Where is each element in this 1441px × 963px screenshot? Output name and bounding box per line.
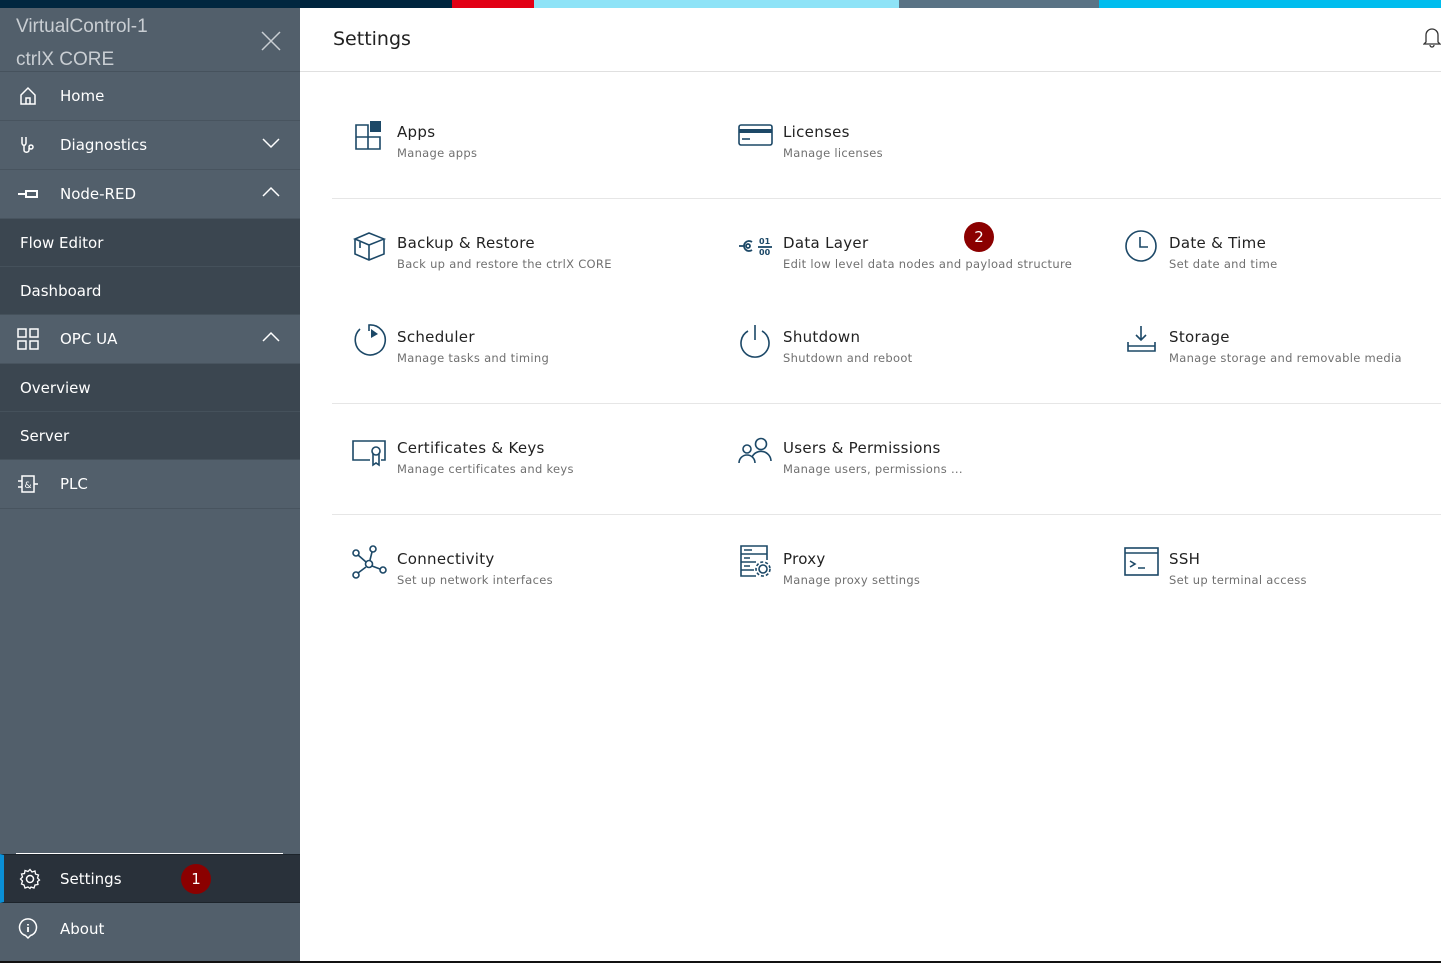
item-title: Backup & Restore	[397, 234, 535, 252]
page-header: Settings	[300, 8, 1441, 72]
bell-icon[interactable]	[1423, 26, 1441, 48]
sidebar-item-label: Settings	[60, 869, 122, 888]
settings-item-apps[interactable]: Apps Manage apps	[352, 121, 738, 183]
item-description: Manage users, permissions ...	[783, 462, 963, 476]
item-description: Manage apps	[397, 146, 478, 160]
item-title: Shutdown	[783, 328, 861, 346]
network-icon	[352, 545, 387, 579]
svg-text:01: 01	[759, 237, 771, 246]
sidebar-item-node-red[interactable]: Node-RED	[0, 170, 300, 219]
settings-item-connectivity[interactable]: Connectivity Set up network interfaces	[352, 545, 738, 610]
users-icon	[738, 437, 772, 464]
sidebar-item-label: About	[60, 919, 105, 938]
sidebar: VirtualControl-1 ctrlX CORE Home Diagnos…	[0, 8, 300, 961]
item-description: Back up and restore the ctrlX CORE	[397, 257, 612, 271]
sidebar-item-label: OPC UA	[60, 330, 118, 348]
settings-item-proxy[interactable]: Proxy Manage proxy settings	[738, 545, 1124, 610]
item-title: Certificates & Keys	[397, 439, 545, 457]
settings-item-storage[interactable]: Storage Manage storage and removable med…	[1124, 326, 1441, 388]
grid-icon	[0, 328, 60, 350]
settings-item-backup-restore[interactable]: Backup & Restore Back up and restore the…	[352, 232, 738, 294]
box-icon	[352, 232, 387, 261]
data-layer-icon: 0100	[739, 237, 772, 257]
item-title: Date & Time	[1169, 234, 1267, 252]
sidebar-item-label: PLC	[60, 475, 88, 493]
divider	[332, 514, 1441, 515]
item-description: Shutdown and reboot	[783, 351, 913, 365]
power-icon	[740, 325, 770, 358]
settings-item-ssh[interactable]: SSH Set up terminal access	[1124, 547, 1441, 610]
device-name: VirtualControl-1	[16, 16, 148, 37]
item-description: Set date and time	[1169, 257, 1278, 271]
sidebar-item-about[interactable]: About	[0, 904, 300, 953]
apps-icon	[355, 121, 381, 150]
item-title: Data Layer	[783, 234, 869, 252]
item-title: SSH	[1169, 550, 1201, 568]
annotation-badge-2: 2	[964, 222, 994, 252]
sidebar-item-home[interactable]: Home	[0, 72, 300, 121]
settings-item-scheduler[interactable]: Scheduler Manage tasks and timing	[352, 324, 738, 388]
divider	[332, 403, 1441, 404]
chevron-down-icon[interactable]	[262, 137, 280, 149]
sidebar-item-server[interactable]: Server	[0, 412, 300, 460]
item-description: Set up network interfaces	[397, 573, 553, 587]
sidebar-brand: VirtualControl-1 ctrlX CORE	[0, 8, 300, 72]
storage-download-icon	[1127, 326, 1156, 352]
annotation-badge-1: 1	[181, 864, 211, 894]
plc-icon: &	[0, 474, 60, 494]
stethoscope-icon	[0, 135, 60, 155]
chevron-up-icon[interactable]	[262, 186, 280, 198]
svg-text:&: &	[25, 481, 32, 491]
divider	[332, 198, 1441, 199]
sidebar-item-plc[interactable]: & PLC	[0, 460, 300, 509]
item-description: Manage licenses	[783, 146, 883, 160]
item-title: Licenses	[783, 123, 850, 141]
settings-item-data-layer[interactable]: 01 00 Data Layer Edit low level data node…	[738, 222, 1124, 294]
item-description: Manage storage and removable media	[1169, 351, 1402, 365]
sidebar-item-opc-ua[interactable]: OPC UA	[0, 315, 300, 364]
settings-item-date-time[interactable]: Date & Time Set date and time	[1124, 230, 1441, 294]
item-title: Proxy	[783, 550, 826, 568]
close-icon[interactable]	[260, 30, 282, 52]
item-title: Storage	[1169, 328, 1230, 346]
sidebar-item-settings[interactable]: Settings 1	[0, 854, 300, 903]
sidebar-item-diagnostics[interactable]: Diagnostics	[0, 121, 300, 170]
sidebar-item-dashboard[interactable]: Dashboard	[0, 267, 300, 315]
settings-item-users-permissions[interactable]: Users & Permissions Manage users, permis…	[738, 437, 1124, 499]
credit-card-icon	[738, 124, 773, 146]
item-title: Scheduler	[397, 328, 475, 346]
clock-icon	[1125, 230, 1157, 262]
info-icon	[0, 917, 60, 940]
scheduler-icon	[354, 324, 387, 356]
svg-text:00: 00	[759, 248, 771, 257]
item-description: Set up terminal access	[1169, 573, 1307, 587]
certificate-icon	[352, 440, 386, 467]
chevron-up-icon[interactable]	[262, 331, 280, 343]
gear-icon	[4, 868, 60, 890]
home-icon	[0, 86, 60, 106]
proxy-server-icon	[740, 545, 771, 577]
sidebar-item-label: Node-RED	[60, 185, 137, 203]
node-red-icon	[0, 187, 60, 201]
sidebar-item-overview[interactable]: Overview	[0, 364, 300, 412]
item-description: Edit low level data nodes and payload st…	[783, 257, 1073, 271]
item-description: Manage certificates and keys	[397, 462, 574, 476]
item-title: Users & Permissions	[783, 439, 941, 457]
terminal-icon	[1124, 547, 1159, 576]
item-title: Apps	[397, 123, 436, 141]
sidebar-item-label: Home	[60, 87, 105, 105]
settings-item-shutdown[interactable]: Shutdown Shutdown and reboot	[738, 325, 1124, 388]
settings-item-licenses[interactable]: Licenses Manage licenses	[738, 123, 1124, 183]
settings-item-certificates-keys[interactable]: Certificates & Keys Manage certificates …	[352, 439, 738, 499]
sidebar-item-flow-editor[interactable]: Flow Editor	[0, 219, 300, 267]
item-title: Connectivity	[397, 550, 495, 568]
item-description: Manage proxy settings	[783, 573, 921, 587]
sidebar-item-label: Diagnostics	[60, 136, 148, 154]
page-title: Settings	[333, 28, 411, 50]
brand-color-strip	[0, 0, 1441, 8]
item-description: Manage tasks and timing	[397, 351, 550, 365]
